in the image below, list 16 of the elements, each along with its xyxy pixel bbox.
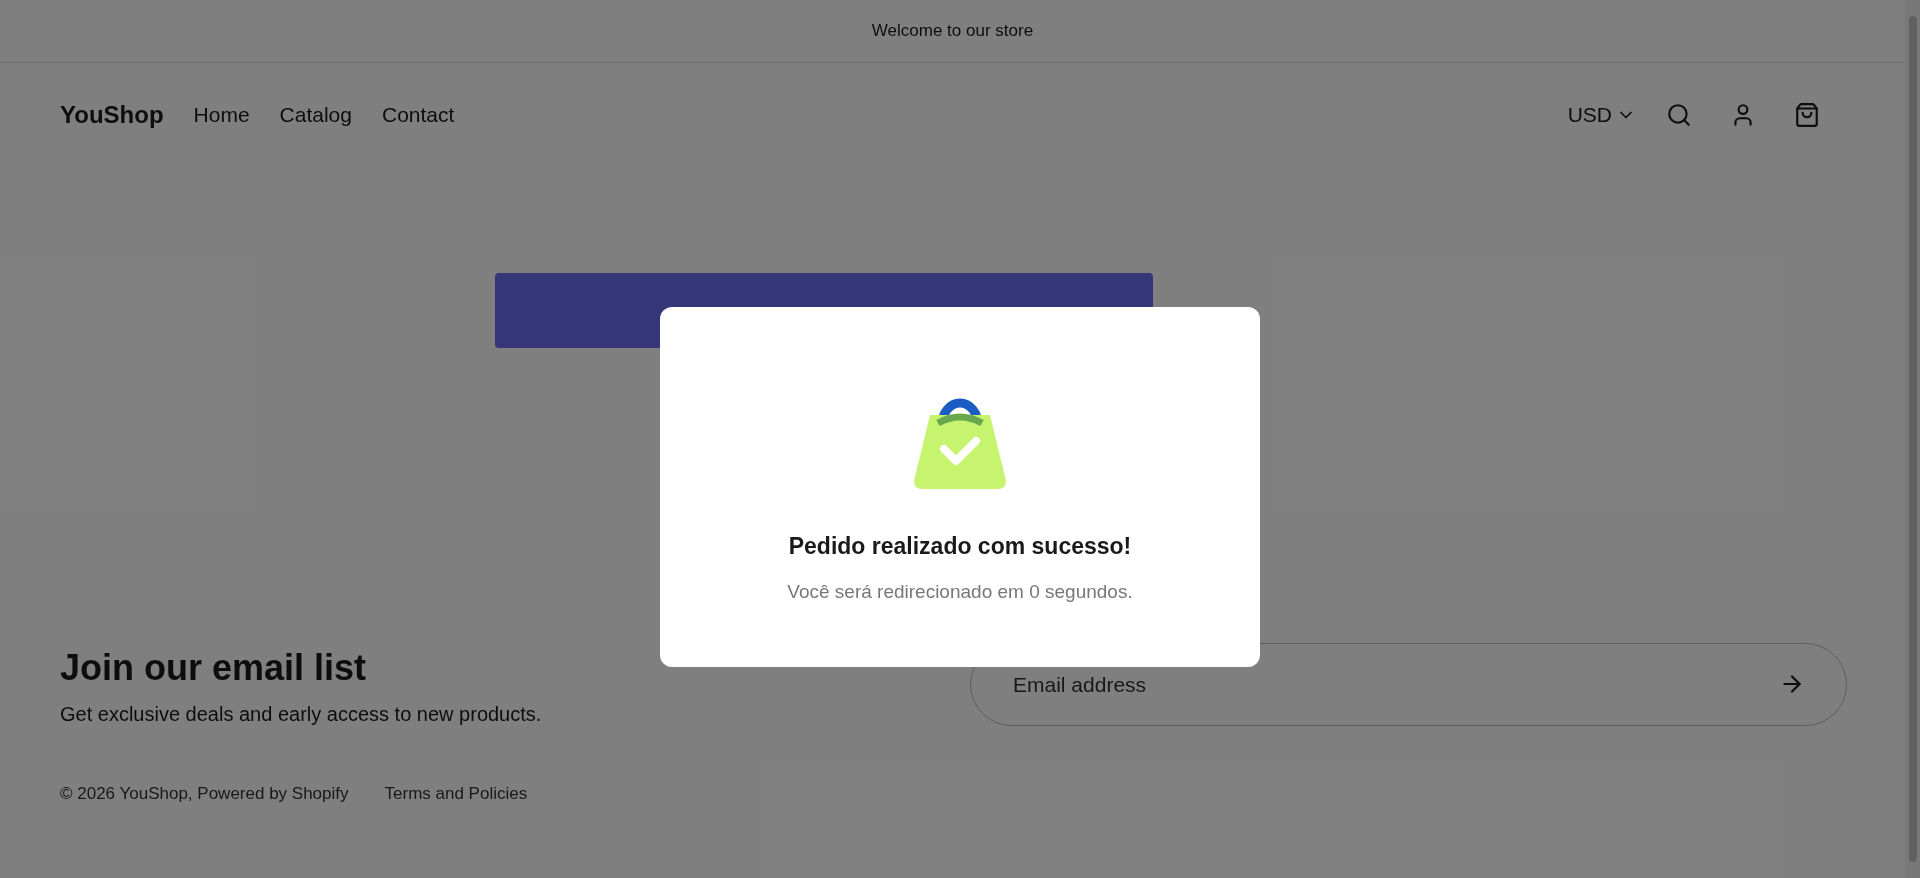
cart-icon[interactable] xyxy=(1794,102,1820,128)
footer-link[interactable]: Terms and Policies xyxy=(384,780,528,806)
store-logo[interactable]: YouShop xyxy=(60,97,164,133)
newsletter-title: Join our email list xyxy=(60,645,368,690)
nav-link[interactable]: Home xyxy=(193,99,250,131)
newsletter-subtitle: Get exclusive deals and early access to new products. xyxy=(60,701,542,727)
nav-link[interactable]: Catalog xyxy=(279,99,352,131)
nav-link[interactable]: Contact xyxy=(381,99,455,131)
currency-selector[interactable]: USD xyxy=(1567,99,1636,131)
search-icon[interactable] xyxy=(1666,102,1692,128)
copyright-text: © 2026 YouShop, Powered by Shopify xyxy=(60,782,349,805)
dialog-message: Você será redirecionado em 0 segundos. xyxy=(787,579,1133,604)
dialog-title: Pedido realizado com sucesso! xyxy=(788,532,1132,561)
email-field[interactable]: Email address xyxy=(970,643,1847,726)
announcement-bar: Welcome to our store xyxy=(0,0,1905,63)
scrollbar[interactable] xyxy=(1905,0,1920,878)
